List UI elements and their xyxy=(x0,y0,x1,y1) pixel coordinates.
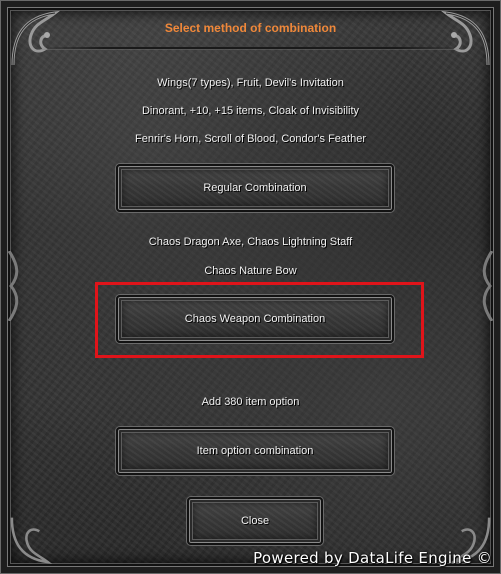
frame-top-border xyxy=(1,1,500,11)
right-side-ornament-icon xyxy=(482,251,494,321)
chaos-info-line-2: Chaos Nature Bow xyxy=(204,265,297,277)
close-button[interactable]: Close xyxy=(187,497,323,545)
title-divider xyxy=(41,47,460,49)
chaos-info-line-1: Chaos Dragon Axe, Chaos Lightning Staff xyxy=(148,236,353,248)
chaos-weapon-combination-button[interactable]: Chaos Weapon Combination xyxy=(116,295,394,343)
combination-dialog: Select method of combination Wings(7 typ… xyxy=(0,0,501,574)
regular-info-line-1: Wings(7 types), Fruit, Devil's Invitatio… xyxy=(157,77,344,89)
item-option-info-line-1: Add 380 item option xyxy=(201,396,300,408)
regular-combination-button[interactable]: Regular Combination xyxy=(116,164,394,212)
dialog-title: Select method of combination xyxy=(164,21,337,35)
item-option-combination-button[interactable]: Item option combination xyxy=(116,427,394,475)
frame-left-border xyxy=(1,1,11,573)
left-side-ornament-icon xyxy=(7,251,19,321)
bottom-left-ornament-icon xyxy=(10,517,53,565)
watermark-text: Powered by DataLife Engine © xyxy=(253,549,492,567)
frame-right-border xyxy=(490,1,500,573)
regular-info-line-2: Dinorant, +10, +15 items, Cloak of Invis… xyxy=(141,105,360,117)
regular-info-line-3: Fenrir's Horn, Scroll of Blood, Condor's… xyxy=(134,133,367,145)
